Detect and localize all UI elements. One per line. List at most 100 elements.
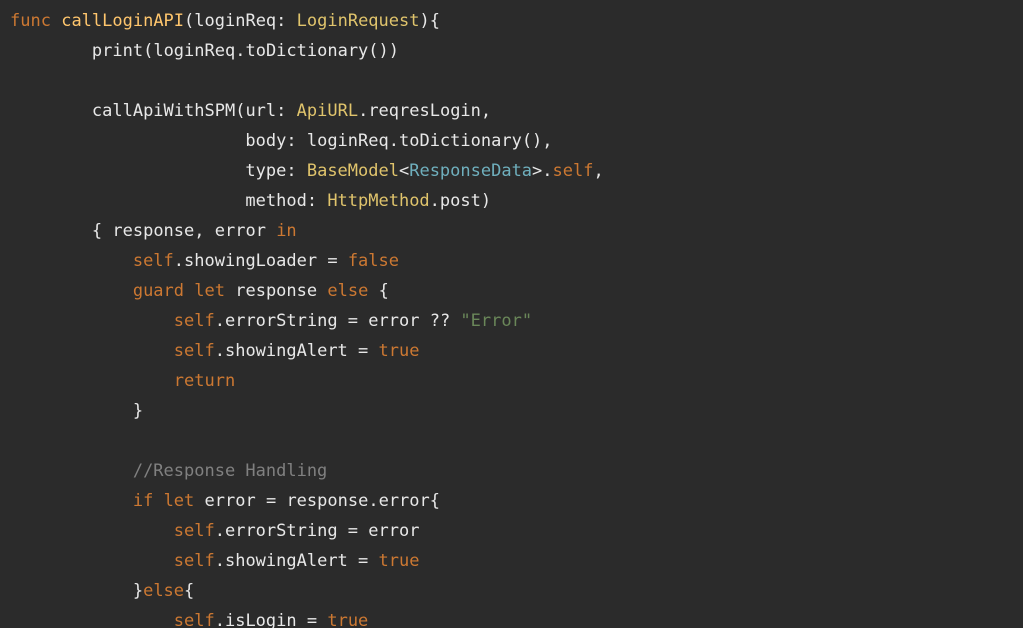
lparen: ( bbox=[143, 41, 153, 61]
colon: : bbox=[286, 131, 306, 151]
dot: . bbox=[389, 131, 399, 151]
param-name: loginReq bbox=[194, 11, 276, 31]
space bbox=[266, 221, 276, 241]
self: self bbox=[174, 311, 215, 331]
arg: loginReq bbox=[307, 131, 389, 151]
comma: , bbox=[481, 101, 491, 121]
closure-param: response bbox=[112, 221, 194, 241]
brace: { bbox=[184, 581, 194, 601]
method: toDictionary bbox=[245, 41, 368, 61]
prop: showingLoader bbox=[184, 251, 317, 271]
colon: : bbox=[307, 191, 327, 211]
space bbox=[194, 491, 204, 511]
type-basemodel: BaseModel bbox=[307, 161, 399, 181]
dot: . bbox=[358, 101, 368, 121]
space bbox=[184, 281, 194, 301]
gt: > bbox=[532, 161, 542, 181]
lparen: ( bbox=[235, 101, 245, 121]
space bbox=[225, 281, 235, 301]
eq: = bbox=[338, 311, 369, 331]
self: self bbox=[133, 251, 174, 271]
eq: = bbox=[317, 251, 348, 271]
label-body: body bbox=[245, 131, 286, 151]
prop: errorString bbox=[225, 311, 338, 331]
dot: . bbox=[215, 341, 225, 361]
colon: : bbox=[276, 11, 296, 31]
dot: . bbox=[215, 521, 225, 541]
comma: , bbox=[542, 131, 552, 151]
type-apiurl: ApiURL bbox=[297, 101, 358, 121]
label-type: type bbox=[245, 161, 286, 181]
label-url: url bbox=[245, 101, 276, 121]
prop: errorString bbox=[225, 521, 338, 541]
kw-else: else bbox=[327, 281, 368, 301]
bool: true bbox=[379, 341, 420, 361]
prop: showingAlert bbox=[225, 551, 348, 571]
type-httpmethod: HttpMethod bbox=[327, 191, 429, 211]
colon: : bbox=[276, 101, 296, 121]
bool: true bbox=[327, 611, 368, 628]
arg: loginReq bbox=[153, 41, 235, 61]
space bbox=[317, 281, 327, 301]
eq: = bbox=[256, 491, 287, 511]
space bbox=[153, 491, 163, 511]
comma: , bbox=[194, 221, 214, 241]
dot: . bbox=[215, 611, 225, 628]
code-block: func callLoginAPI(loginReq: LoginRequest… bbox=[0, 0, 1023, 628]
comma: , bbox=[594, 161, 604, 181]
kw-let: let bbox=[194, 281, 225, 301]
parens: () bbox=[522, 131, 542, 151]
prop: error bbox=[379, 491, 430, 511]
bool: true bbox=[379, 551, 420, 571]
dot: . bbox=[174, 251, 184, 271]
label-method: method bbox=[245, 191, 306, 211]
comment: //Response Handling bbox=[133, 461, 327, 481]
brace: { bbox=[379, 281, 389, 301]
lparen: ( bbox=[184, 11, 194, 31]
param-type: LoginRequest bbox=[297, 11, 420, 31]
rhs: error bbox=[368, 521, 419, 541]
parens: () bbox=[368, 41, 388, 61]
kw-in: in bbox=[276, 221, 296, 241]
brace: } bbox=[133, 581, 143, 601]
rparen: ) bbox=[419, 11, 429, 31]
brace: } bbox=[133, 401, 143, 421]
member-post: post bbox=[440, 191, 481, 211]
eq: = bbox=[348, 551, 379, 571]
kw-guard: guard bbox=[133, 281, 184, 301]
call-api: callApiWithSPM bbox=[92, 101, 235, 121]
eq: = bbox=[338, 521, 369, 541]
dot: . bbox=[430, 191, 440, 211]
rparen: ) bbox=[481, 191, 491, 211]
prop: showingAlert bbox=[225, 341, 348, 361]
closure-param: error bbox=[215, 221, 266, 241]
colon: : bbox=[286, 161, 306, 181]
kw-if: if bbox=[133, 491, 153, 511]
kw-else: else bbox=[143, 581, 184, 601]
self: self bbox=[174, 341, 215, 361]
type-responsedata: ResponseData bbox=[409, 161, 532, 181]
call-print: print bbox=[92, 41, 143, 61]
brace: { bbox=[92, 221, 112, 241]
eq: = bbox=[348, 341, 379, 361]
rhs: response bbox=[286, 491, 368, 511]
dot: . bbox=[368, 491, 378, 511]
prop: isLogin bbox=[225, 611, 297, 628]
bool: false bbox=[348, 251, 399, 271]
kw-func: func bbox=[10, 11, 51, 31]
lt: < bbox=[399, 161, 409, 181]
string: "Error" bbox=[460, 311, 532, 331]
brace: { bbox=[430, 11, 440, 31]
brace: { bbox=[430, 491, 440, 511]
rhs: error bbox=[368, 311, 419, 331]
ident: response bbox=[235, 281, 317, 301]
func-name: callLoginAPI bbox=[61, 11, 184, 31]
self: self bbox=[174, 521, 215, 541]
eq: = bbox=[297, 611, 328, 628]
method: toDictionary bbox=[399, 131, 522, 151]
self: self bbox=[174, 551, 215, 571]
dot: . bbox=[235, 41, 245, 61]
self: self bbox=[553, 161, 594, 181]
self: self bbox=[174, 611, 215, 628]
dot: . bbox=[215, 311, 225, 331]
